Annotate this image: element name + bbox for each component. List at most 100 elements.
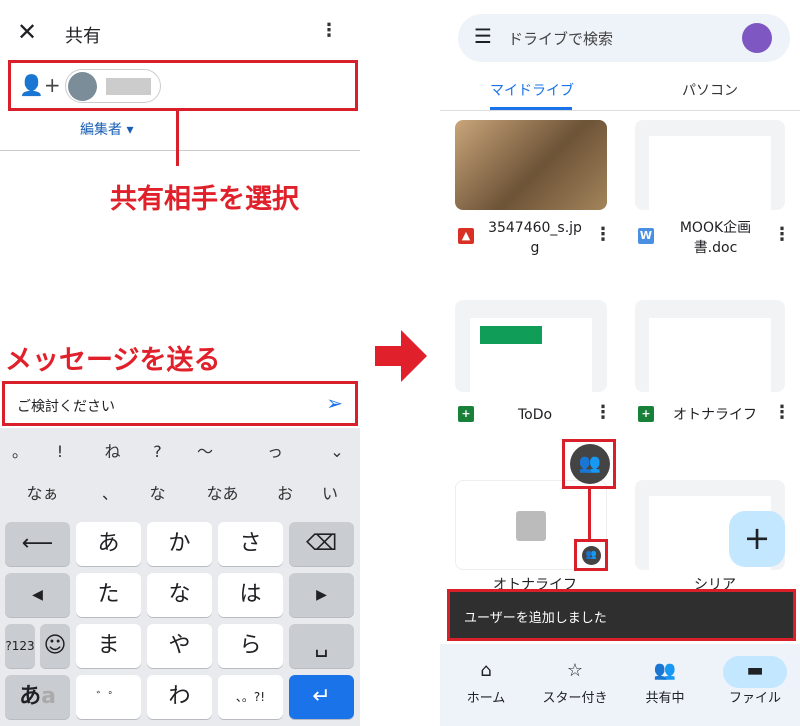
suggestion[interactable]: 〜	[180, 432, 230, 472]
punctuation-key[interactable]: 、。?!	[218, 675, 283, 719]
backspace-key[interactable]: ⌫	[289, 522, 354, 566]
nav-label: スター付き	[542, 691, 608, 706]
tab-computers[interactable]: パソコン	[682, 80, 738, 100]
more-icon[interactable]: ⋮	[320, 20, 338, 41]
file-thumbnail[interactable]	[455, 120, 607, 210]
role-dropdown[interactable]: 編集者 ▾	[80, 119, 133, 139]
kana-key[interactable]: わ	[147, 675, 212, 719]
suggestion[interactable]: なぁ	[5, 474, 80, 514]
suggestion[interactable]: い	[310, 474, 350, 514]
cursor-left-key[interactable]: ◀	[5, 573, 70, 617]
image-file-icon: ▲	[458, 228, 474, 244]
annotation-line	[176, 110, 179, 166]
kana-key[interactable]: た	[76, 573, 141, 617]
sheet-file-icon: +	[458, 406, 474, 422]
suggestion[interactable]: ね	[90, 432, 135, 472]
shared-users-icon: 👥	[570, 444, 610, 484]
account-avatar[interactable]	[742, 23, 772, 53]
kana-key[interactable]: ら	[218, 624, 283, 668]
kana-label: あ	[19, 684, 42, 709]
suggestion[interactable]: ?	[140, 432, 175, 472]
suggestion[interactable]: っ	[240, 432, 310, 472]
shared-users-icon: 👥	[582, 546, 601, 565]
search-placeholder: ドライブで検索	[508, 30, 614, 48]
nav-label: ファイル	[728, 691, 781, 706]
file-thumbnail[interactable]	[635, 120, 785, 210]
kana-key[interactable]: さ	[218, 522, 283, 566]
share-title: 共有	[65, 26, 101, 47]
suggestion[interactable]: なあ	[185, 474, 260, 514]
input-mode-key[interactable]: あa	[5, 675, 70, 719]
role-label: 編集者	[80, 122, 122, 138]
home-icon: ⌂	[480, 660, 492, 681]
file-thumbnail[interactable]	[455, 300, 607, 392]
kana-key[interactable]: か	[147, 522, 212, 566]
recipient-field[interactable]: 👤+	[8, 60, 358, 111]
file-name: 3547460_s.jpg	[488, 220, 582, 256]
nav-shared[interactable]: 👥 共有中	[625, 660, 705, 706]
kana-key[interactable]: な	[147, 573, 212, 617]
space-key[interactable]: ␣	[289, 624, 354, 668]
keyboard: 。! ね? 〜っ なぁ、ななあおい ⌄ あかさたなはまやらわ ⟵ ⌫ ◀ ▶ ?12…	[0, 428, 360, 726]
dakuten-key[interactable]: ゛゜	[76, 675, 141, 719]
snackbar: ユーザーを追加しました	[447, 589, 796, 641]
sheet-file-icon: +	[638, 406, 654, 422]
suggestion[interactable]: 、	[90, 474, 130, 514]
snackbar-text: ユーザーを追加しました	[464, 611, 607, 626]
tabs-divider	[440, 110, 800, 111]
file-more-icon[interactable]: ⋮	[773, 224, 791, 245]
word-file-icon: W	[638, 228, 654, 244]
nav-starred[interactable]: ☆ スター付き	[535, 660, 615, 706]
folder-icon: ▬	[746, 660, 764, 681]
file-name: オトナライフ	[673, 407, 757, 423]
alpha-label: a	[41, 684, 56, 709]
file-more-icon[interactable]: ⋮	[773, 402, 791, 423]
recipient-chip[interactable]	[65, 69, 161, 103]
suggestion[interactable]: な	[140, 474, 175, 514]
shared-badge-callout: 👥	[574, 539, 608, 571]
suggestion-row-2: なぁ、ななあおい	[0, 474, 360, 514]
nav-home[interactable]: ⌂ ホーム	[446, 660, 526, 706]
divider	[0, 150, 360, 151]
recipient-name-redacted	[106, 78, 151, 95]
nav-label: ホーム	[466, 691, 506, 706]
annotation-line	[588, 489, 591, 540]
suggestion[interactable]: お	[265, 474, 305, 514]
file-more-icon[interactable]: ⋮	[594, 224, 612, 245]
kana-key[interactable]: あ	[76, 522, 141, 566]
file-name: MOOK企画書.doc	[679, 220, 752, 256]
numbers-key[interactable]: ?123	[5, 624, 35, 668]
collapse-suggestions[interactable]: ⌄	[322, 432, 352, 472]
new-fab[interactable]: +	[729, 511, 785, 567]
people-icon: 👥	[653, 660, 677, 681]
tab-my-drive[interactable]: マイドライブ	[490, 80, 574, 100]
suggestion-row-1: 。! ね? 〜っ	[0, 432, 360, 472]
enter-key[interactable]: ↵	[289, 675, 354, 719]
search-bar[interactable]: ☰ ドライブで検索	[458, 14, 790, 62]
annotation-select: 共有相手を選択	[110, 184, 299, 215]
cursor-right-key[interactable]: ▶	[289, 573, 354, 617]
doc-icon	[516, 511, 546, 541]
file-thumbnail[interactable]	[635, 300, 785, 392]
annotation-send: メッセージを送る	[5, 345, 221, 376]
file-more-icon[interactable]: ⋮	[594, 402, 612, 423]
shared-icon-callout: 👥	[562, 439, 616, 489]
nav-files[interactable]: ▬ ファイル	[715, 660, 795, 706]
kana-key[interactable]: は	[218, 573, 283, 617]
avatar	[68, 72, 97, 101]
file-name: ToDo	[517, 407, 553, 423]
kana-key[interactable]: ま	[76, 624, 141, 668]
send-icon[interactable]: ➢	[326, 391, 343, 415]
suggestion[interactable]: 。	[5, 432, 35, 472]
undo-key[interactable]: ⟵	[5, 522, 70, 566]
message-input[interactable]: ご検討ください ➢	[2, 381, 358, 426]
message-text: ご検討ください	[17, 399, 115, 415]
menu-icon[interactable]: ☰	[474, 24, 492, 48]
person-add-icon: 👤+	[19, 73, 61, 97]
star-icon: ☆	[566, 660, 584, 681]
suggestion[interactable]: !	[40, 432, 80, 472]
close-button[interactable]: ✕	[17, 18, 37, 46]
emoji-key[interactable]: ☺	[40, 624, 70, 668]
nav-label: 共有中	[645, 691, 685, 706]
kana-key[interactable]: や	[147, 624, 212, 668]
